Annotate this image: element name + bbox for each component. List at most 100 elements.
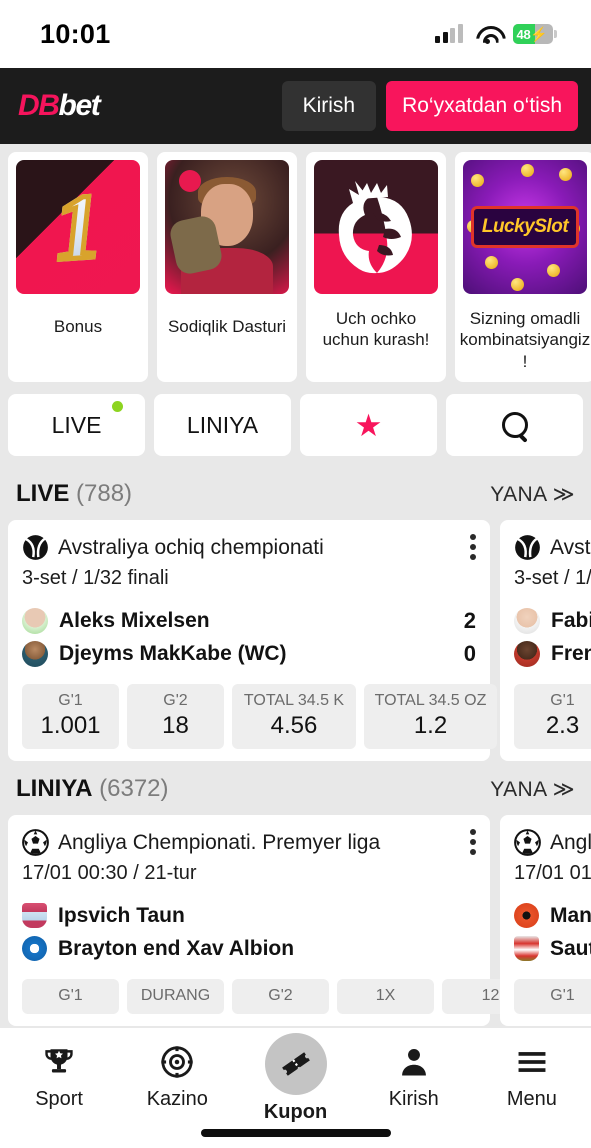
section-more-live[interactable]: YANA ≫ (490, 482, 575, 507)
nav-item-kazino[interactable]: Kazino (118, 1042, 236, 1111)
nav-item-sport[interactable]: Sport (0, 1042, 118, 1111)
team-row: Brayton end Xav Albion (22, 932, 476, 965)
team-name: Ipsvich Taun (58, 903, 185, 927)
odd-button[interactable]: DURANG (127, 979, 224, 1014)
section-title-liniya: LINIYA (6372) (16, 775, 169, 803)
promo-caption: Sizning omadli kombinatsiyangiz ! (459, 309, 591, 371)
liniya-match-card[interactable]: Angliya Chempionati. Premyer liga 17/01 … (8, 815, 539, 1026)
nav-label: Kirish (388, 1088, 439, 1110)
match-teams: Aleks Mixelsen 2 Djeyms MakKabe (WC) 0 (22, 604, 476, 670)
nav-item-menu[interactable]: Menu (473, 1042, 591, 1111)
home-indicator (200, 1129, 391, 1137)
card-menu-button[interactable] (470, 534, 476, 560)
status-indicators: 48 ⚡ (435, 24, 557, 44)
logo-db-text: DB (18, 89, 60, 122)
odd-button[interactable]: G'2 (232, 979, 329, 1014)
liniya-match-card-next[interactable]: Angliy 17/01 01:0 Manch Sautge G'1 (500, 815, 591, 1026)
odd-value: 2.3 (545, 712, 580, 739)
promo-image-gold-one: 1 (16, 160, 140, 294)
team-badge (22, 936, 47, 961)
match-teams: Ipsvich Taun Brayton end Xav Albion (22, 899, 476, 965)
tab-liniya-label: LINIYA (186, 411, 259, 438)
nav-item-kupon[interactable]: Kupon (236, 1033, 354, 1124)
tab-liniya[interactable]: LINIYA (154, 394, 291, 456)
live-match-card-next[interactable]: Avstra 3-set / 1/32 Fabian Frensi G'1 2.… (500, 520, 591, 761)
live-match-card[interactable]: Avstraliya ochiq chempionati 3-set / 1/3… (8, 520, 497, 761)
team-row: Frensi (514, 637, 591, 670)
dbbet-logo[interactable]: DBbet (18, 89, 272, 123)
odd-button[interactable]: G'2 18 (127, 684, 224, 749)
status-bar: 10:01 48 ⚡ (0, 0, 591, 68)
odd-value: 1.2 (413, 712, 448, 739)
section-count: (788) (76, 480, 133, 507)
ticket-icon (264, 1033, 327, 1095)
tab-live-label: LIVE (51, 411, 102, 438)
login-button[interactable]: Kirish (281, 81, 377, 131)
odd-label: G'1 (58, 987, 83, 1004)
odd-button[interactable]: TOTAL 34.5 OZ 1.2 (364, 684, 497, 749)
odd-button[interactable]: G'1 2.3 (514, 684, 591, 749)
odd-value: 4.56 (270, 712, 318, 739)
player-avatar (514, 640, 540, 667)
bottom-navigation: Sport Kazino Kupon Kirish Menu (0, 1028, 591, 1148)
status-time: 10:01 (40, 18, 111, 49)
tab-search[interactable] (446, 394, 583, 456)
match-subtitle: 17/01 00:30 / 21-tur (22, 862, 197, 884)
trophy-icon (42, 1042, 76, 1082)
star-icon: ★ (354, 407, 383, 443)
section-more-liniya[interactable]: YANA ≫ (490, 777, 575, 802)
odd-button[interactable]: G'1 (22, 979, 119, 1014)
player-avatar (514, 607, 540, 634)
odd-label: G'2 (268, 987, 293, 1004)
odd-label: 12 (481, 987, 500, 1004)
promo-carousel[interactable]: 1 Bonus Sodiqlik Dasturi Uch ochko uchun… (0, 144, 591, 392)
promo-card-bonus[interactable]: 1 Bonus (8, 152, 148, 382)
signup-button[interactable]: Ro‘yxatdan o‘tish (386, 81, 578, 131)
league-name: Angliya Chempionati. Premyer liga (58, 830, 381, 854)
liniya-card-row[interactable]: Angliya Chempionati. Premyer liga 17/01 … (0, 815, 591, 1026)
wifi-icon (476, 25, 500, 44)
odd-label: G'1 (550, 692, 575, 709)
odd-label: TOTAL 34.5 K (243, 692, 345, 709)
promo-art-number: 1 (49, 172, 107, 282)
tennis-ball-icon (515, 535, 540, 560)
hamburger-icon (515, 1042, 549, 1082)
live-status-dot-icon (112, 401, 123, 412)
odd-label: G'1 (58, 692, 83, 709)
nav-item-kirish[interactable]: Kirish (355, 1042, 473, 1111)
odd-button[interactable]: G'1 1.001 (22, 684, 119, 749)
live-card-row[interactable]: Avstraliya ochiq chempionati 3-set / 1/3… (0, 520, 591, 761)
league-name: Avstraliya ochiq chempionati (58, 535, 324, 559)
odd-button[interactable]: 1X (337, 979, 434, 1014)
player-avatar (22, 607, 48, 634)
team-row: Djeyms MakKabe (WC) 0 (22, 637, 476, 670)
match-subtitle: 3-set / 1/32 finali (22, 567, 169, 589)
team-row: Fabian (514, 604, 591, 637)
cellular-signal-icon (435, 24, 463, 43)
tab-favorites[interactable]: ★ (300, 394, 437, 456)
odd-label: 1X (375, 987, 396, 1004)
logo-bet-text: bet (58, 89, 101, 122)
casino-chip-icon (160, 1042, 194, 1082)
promo-card-three-points[interactable]: Uch ochko uchun kurash! (306, 152, 446, 382)
promo-card-lucky-slot[interactable]: LuckySlot Sizning omadli kombinatsiyangi… (455, 152, 591, 382)
card-menu-button[interactable] (470, 829, 476, 855)
odd-button[interactable]: G'1 (514, 979, 591, 1014)
odd-value: 18 (162, 712, 189, 739)
team-name: Frensi (551, 641, 591, 665)
team-name: Aleks Mixelsen (59, 608, 210, 632)
charging-bolt-icon: ⚡ (530, 26, 548, 42)
promo-card-loyalty[interactable]: Sodiqlik Dasturi (157, 152, 297, 382)
odd-button[interactable]: TOTAL 34.5 K 4.56 (232, 684, 356, 749)
tab-live[interactable]: LIVE (8, 394, 145, 456)
nav-label: Menu (506, 1088, 557, 1110)
primary-tab-row: LIVE LINIYA ★ (0, 392, 591, 466)
section-title-text: LINIYA (16, 775, 93, 802)
section-count: (6372) (99, 775, 169, 802)
odds-row: G'1 2.3 (514, 684, 591, 749)
odd-label: G'2 (163, 692, 188, 709)
league-name: Angliy (550, 830, 591, 854)
match-teams: Manch Sautge (514, 899, 591, 965)
nav-label: Kazino (146, 1088, 208, 1110)
battery-icon: 48 ⚡ (512, 24, 553, 44)
